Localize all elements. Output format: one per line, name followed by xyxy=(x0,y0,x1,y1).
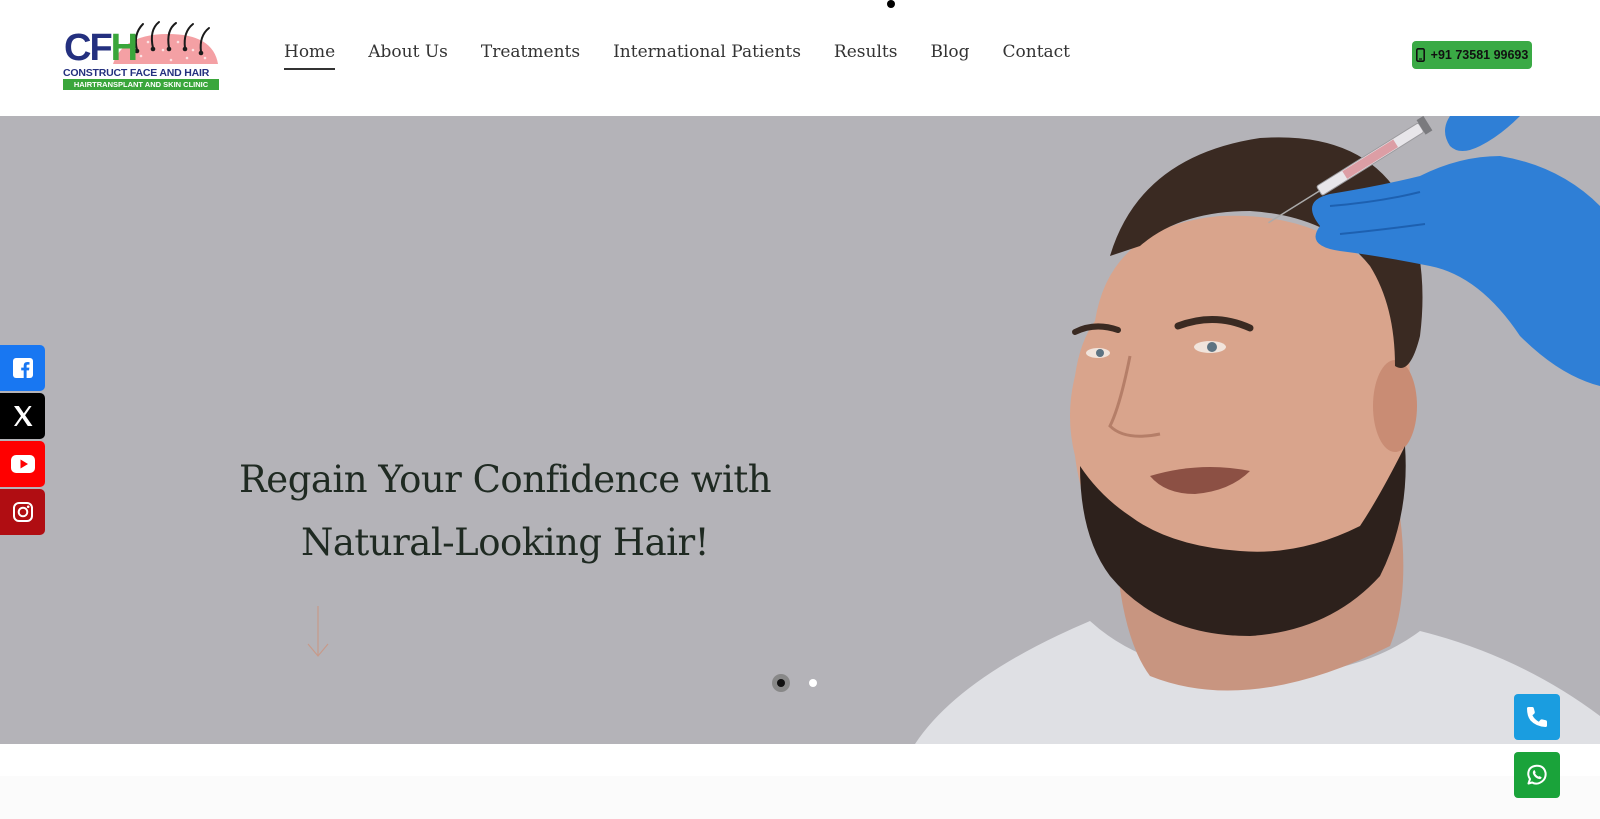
clinic-logo[interactable]: CFH CONSTRUCT FACE AND HAIR HAIRTRANSPLA… xyxy=(63,20,221,92)
nav-results[interactable]: Results xyxy=(834,42,898,70)
hero-slider: Regain Your Confidence with Natural-Look… xyxy=(0,116,1600,744)
nav-about-us[interactable]: About Us xyxy=(368,42,448,70)
x-link[interactable] xyxy=(0,393,45,439)
scroll-down-arrow-icon[interactable] xyxy=(306,606,330,660)
slide-dot-2[interactable] xyxy=(804,674,822,692)
mobile-phone-icon xyxy=(1415,48,1425,62)
facebook-link[interactable] xyxy=(0,345,45,391)
social-sidebar xyxy=(0,345,45,535)
logo-monogram: CFH xyxy=(64,27,138,69)
hero-man-hair-treatment-image xyxy=(915,116,1600,744)
logo-letter-h: H xyxy=(110,27,138,69)
hero-headline-line-2: Natural-Looking Hair! xyxy=(300,521,710,564)
hero-headline-line-1: Regain Your Confidence with xyxy=(238,458,772,501)
nav-international-patients[interactable]: International Patients xyxy=(613,42,801,70)
whatsapp-icon xyxy=(1527,764,1547,785)
top-indicator-dot xyxy=(887,0,895,8)
phone-icon xyxy=(1527,707,1547,727)
main-navigation: Home About Us Treatments International P… xyxy=(284,42,1103,70)
nav-treatments[interactable]: Treatments xyxy=(481,42,580,70)
hero-headline: Regain Your Confidence with Natural-Look… xyxy=(230,448,780,574)
youtube-icon xyxy=(10,455,35,473)
instagram-icon xyxy=(12,502,33,522)
logo-subtitle: HAIRTRANSPLANT AND SKIN CLINIC xyxy=(63,79,219,90)
facebook-icon xyxy=(12,358,33,378)
logo-letters-cf: CF xyxy=(64,27,113,69)
floating-call-button[interactable] xyxy=(1514,694,1560,740)
floating-whatsapp-button[interactable] xyxy=(1514,752,1560,798)
instagram-link[interactable] xyxy=(0,489,45,535)
header-phone-number: +91 73581 99693 xyxy=(1430,48,1529,62)
header-phone-button[interactable]: +91 73581 99693 xyxy=(1412,41,1532,69)
next-section xyxy=(0,744,1600,819)
slider-pagination xyxy=(772,674,822,692)
slide-dot-1[interactable] xyxy=(772,674,790,692)
logo-tagline: CONSTRUCT FACE AND HAIR xyxy=(63,67,210,79)
nav-blog[interactable]: Blog xyxy=(930,42,969,70)
x-icon xyxy=(13,406,32,426)
site-header: CFH CONSTRUCT FACE AND HAIR HAIRTRANSPLA… xyxy=(0,0,1600,116)
nav-contact[interactable]: Contact xyxy=(1003,42,1071,70)
nav-home[interactable]: Home xyxy=(284,42,336,70)
next-section-band xyxy=(0,776,1600,819)
youtube-link[interactable] xyxy=(0,441,45,487)
